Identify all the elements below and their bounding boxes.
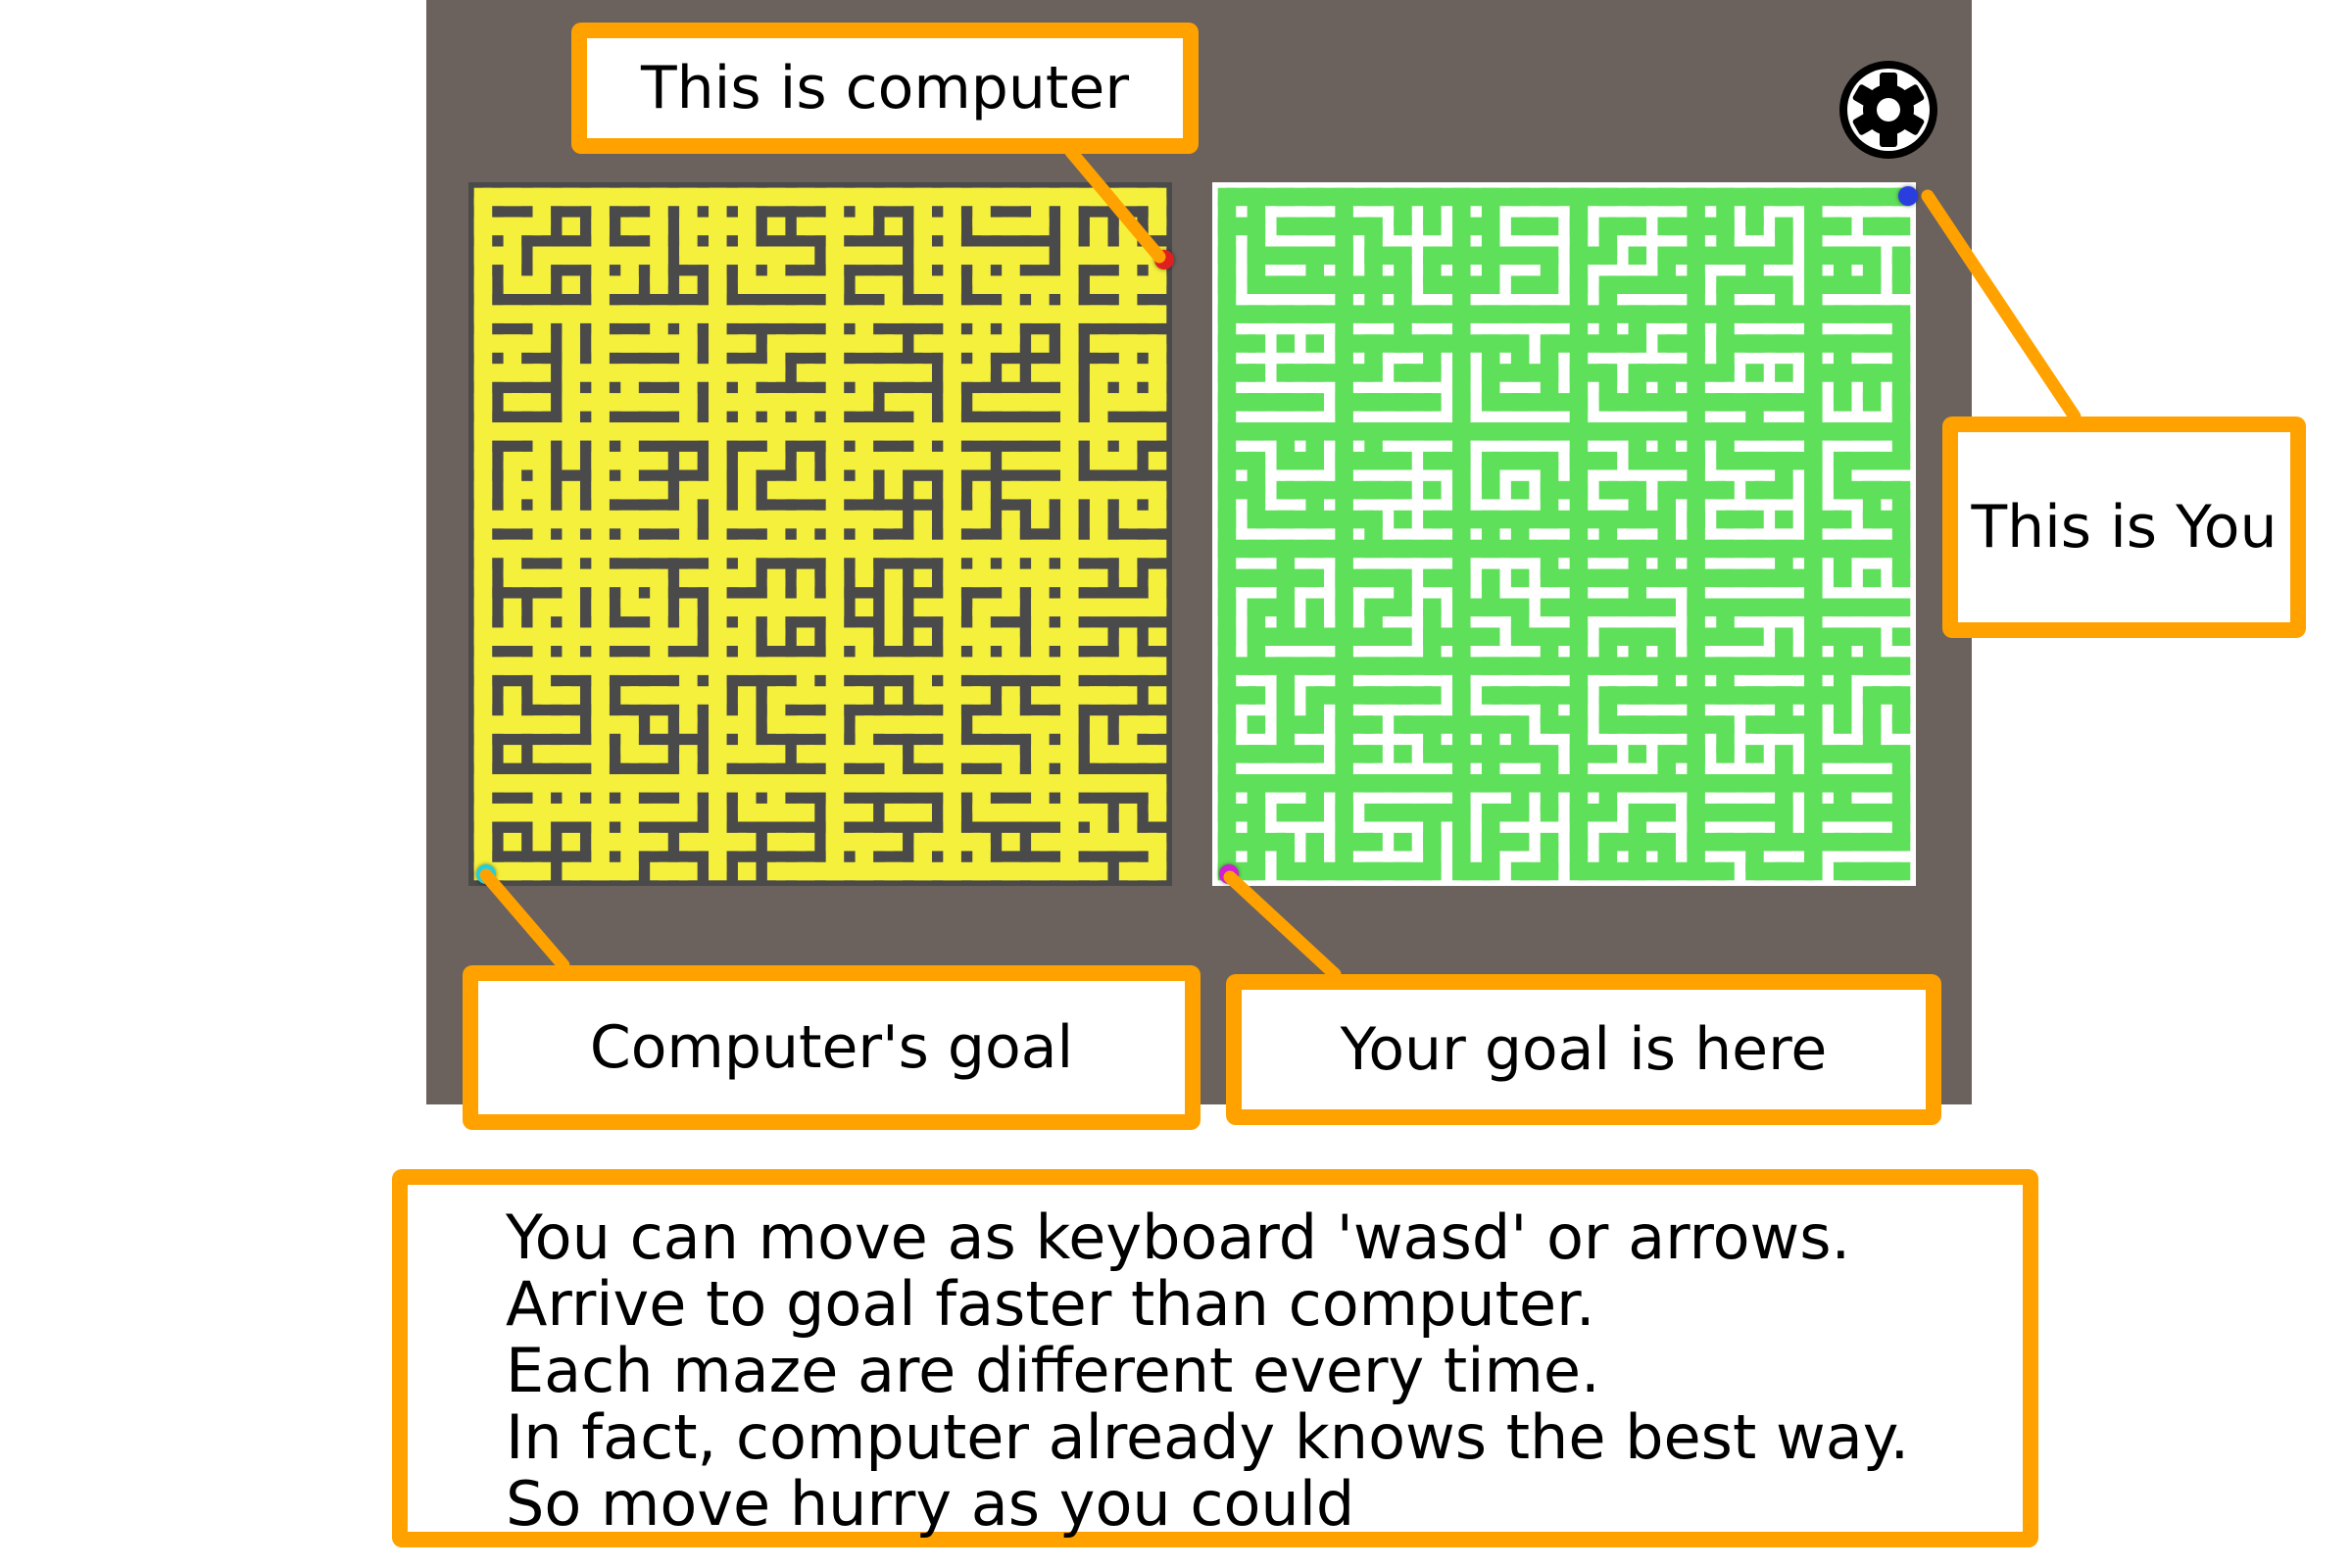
callout-computer-text: This is computer <box>640 54 1130 122</box>
instruction-line: Arrive to goal faster than computer. <box>506 1268 1595 1340</box>
callout-your-goal-text: Your goal is here <box>1340 1015 1828 1084</box>
settings-button[interactable] <box>1838 59 1939 161</box>
player-goal-marker <box>1219 864 1239 884</box>
instruction-line: In fact, computer already knows the best… <box>506 1401 1910 1473</box>
callout-you-text: This is You <box>1971 493 2278 562</box>
gear-icon <box>1839 61 1937 159</box>
instruction-line: You can move as keyboard 'wasd' or arrow… <box>506 1201 1851 1273</box>
player-maze[interactable] <box>1212 182 1916 886</box>
instruction-line: Each maze are different every time. <box>506 1335 1600 1406</box>
callout-computer-goal: Computer's goal <box>463 965 1200 1130</box>
instruction-line: So move hurry as you could <box>506 1468 1355 1540</box>
instructions-box: You can move as keyboard 'wasd' or arrow… <box>392 1169 2038 1547</box>
computer-goal-marker <box>476 864 496 884</box>
callout-your-goal: Your goal is here <box>1226 974 1941 1125</box>
player-marker <box>1898 186 1918 206</box>
callout-you: This is You <box>1942 416 2306 638</box>
callout-computer: This is computer <box>571 23 1199 154</box>
computer-marker <box>1154 250 1174 270</box>
computer-maze <box>468 182 1172 886</box>
callout-computer-goal-text: Computer's goal <box>589 1013 1074 1082</box>
